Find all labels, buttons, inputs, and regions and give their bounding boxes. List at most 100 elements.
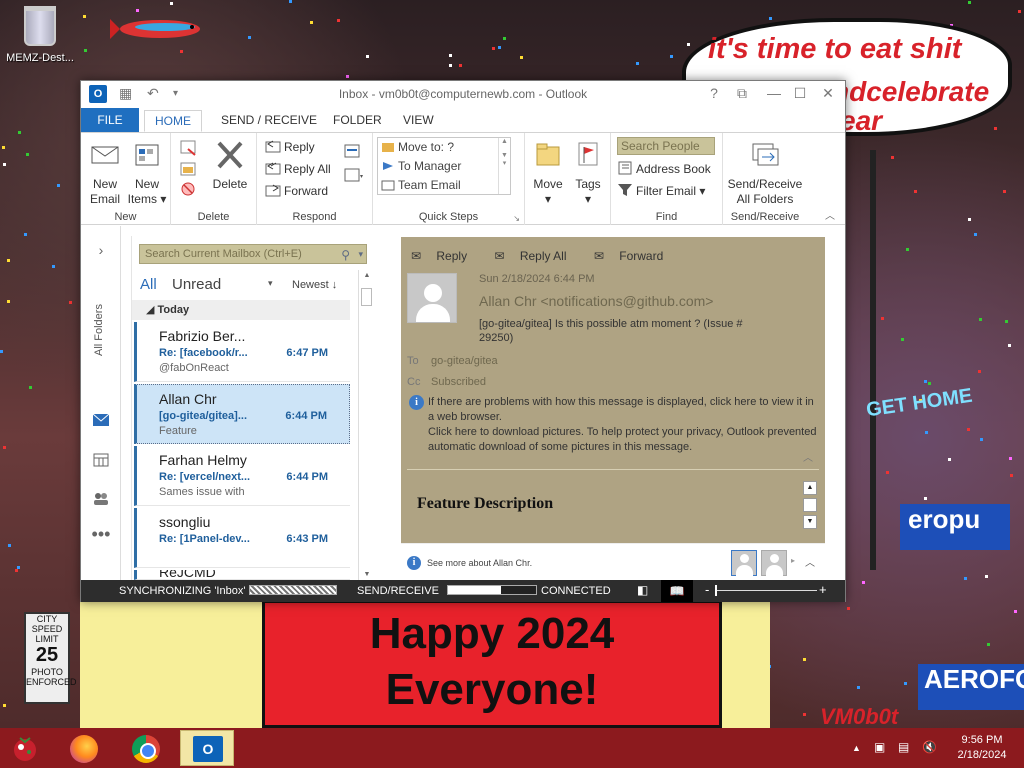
- infobar[interactable]: i If there are problems with how this me…: [409, 395, 819, 455]
- network-icon[interactable]: ▤: [898, 740, 909, 754]
- firefox-icon[interactable]: [70, 735, 98, 763]
- people-pane-avatar[interactable]: [761, 550, 787, 577]
- filter-email-button[interactable]: Filter Email ▾: [617, 181, 705, 201]
- address-book-button[interactable]: Address Book: [617, 159, 711, 179]
- help-button[interactable]: ?: [703, 85, 725, 101]
- reply-all-button[interactable]: Reply All: [265, 159, 331, 179]
- people-collapse-icon[interactable]: ︿: [805, 554, 815, 569]
- message-item[interactable]: Farhan Helmy Re: [vercel/next... 6:44 PM…: [134, 446, 350, 506]
- delete-button[interactable]: Delete: [207, 137, 253, 192]
- forward-button[interactable]: Forward: [265, 181, 328, 201]
- people-icon[interactable]: [91, 490, 111, 506]
- tab-send-receive[interactable]: SEND / RECEIVE: [211, 110, 327, 132]
- people-pane-avatar-selected[interactable]: [731, 550, 757, 577]
- reading-view-icon[interactable]: 📖: [661, 580, 693, 602]
- calendar-icon[interactable]: [91, 452, 111, 468]
- quick-steps-launcher-icon[interactable]: ↘: [513, 214, 520, 223]
- message-item-selected[interactable]: Allan Chr [go-gitea/gitea]... 6:44 PM Fe…: [134, 384, 350, 444]
- reading-reply-button[interactable]: ✉ Reply: [411, 249, 479, 263]
- normal-view-icon[interactable]: ◧: [637, 583, 648, 597]
- scroll-thumb[interactable]: [361, 288, 372, 306]
- quick-steps-scroll[interactable]: ▲ ▼ ▾: [498, 138, 510, 194]
- meeting-more-icons[interactable]: [343, 143, 363, 187]
- tab-folder[interactable]: FOLDER: [323, 110, 392, 132]
- body-scrollbar[interactable]: ▲ ▼: [803, 481, 817, 531]
- message-item[interactable]: Fabrizio Ber... Re: [facebook/r... 6:47 …: [134, 322, 350, 382]
- confetti-particle: [1018, 10, 1021, 13]
- confetti-particle: [7, 259, 10, 262]
- confetti-particle: [928, 382, 931, 385]
- message-item[interactable]: ReJCMD: [134, 570, 350, 580]
- mail-icon[interactable]: [91, 412, 111, 428]
- collapse-header-icon[interactable]: ︿: [803, 449, 813, 464]
- filter-unread[interactable]: Unread: [172, 276, 221, 293]
- sort-order[interactable]: Newest ↓: [292, 279, 337, 291]
- new-email-button[interactable]: New Email: [85, 137, 125, 207]
- scroll-down-icon[interactable]: ▼: [359, 571, 375, 578]
- search-scope-dropdown-icon[interactable]: ▾: [358, 245, 363, 263]
- quick-step-move-to[interactable]: Move to: ?: [378, 138, 510, 157]
- system-clock[interactable]: 9:56 PM 2/18/2024: [948, 733, 1016, 763]
- zoom-out-button[interactable]: -: [705, 582, 709, 597]
- people-next-icon[interactable]: ▸: [791, 556, 795, 565]
- move-button[interactable]: Move ▾: [529, 137, 567, 207]
- zoom-slider-thumb[interactable]: [715, 585, 717, 596]
- sender-avatar[interactable]: [407, 273, 457, 323]
- body-scroll-up-icon[interactable]: ▲: [803, 481, 817, 495]
- sort-arrow-icon: ↓: [331, 279, 338, 291]
- speech-bubble-text: it's time to eat shit: [708, 33, 962, 65]
- tags-button[interactable]: Tags ▾: [569, 137, 607, 207]
- new-items-button[interactable]: New Items ▾: [127, 137, 167, 207]
- reply-button[interactable]: Reply: [265, 137, 315, 157]
- collapse-ribbon-icon[interactable]: ︿: [825, 207, 835, 222]
- message-item[interactable]: ssongliu Re: [1Panel-dev... 6:43 PM: [134, 508, 350, 568]
- speech-bubble-text-2: ndcelebrate: [832, 76, 990, 107]
- see-more-link[interactable]: See more about Allan Chr.: [427, 558, 532, 568]
- volume-muted-icon[interactable]: 🔇: [922, 740, 937, 754]
- ignore-cleanup-junk-icons[interactable]: [179, 139, 197, 199]
- folder-icon: [382, 143, 394, 152]
- send-receive-status[interactable]: SEND/RECEIVE: [357, 585, 537, 597]
- to-label: To: [407, 355, 419, 367]
- quick-step-team-email[interactable]: Team Email: [378, 176, 510, 195]
- people-pane: i See more about Allan Chr. ▸ ︿: [401, 543, 825, 579]
- more-options-icon[interactable]: •••: [91, 524, 111, 545]
- ribbon-display-options-button[interactable]: ⧉: [731, 85, 753, 102]
- filter-all[interactable]: All: [140, 276, 157, 293]
- close-button[interactable]: ✕: [817, 85, 839, 102]
- body-scroll-thumb[interactable]: [803, 498, 817, 512]
- cc-recipient[interactable]: Subscribed: [431, 376, 486, 388]
- message-from[interactable]: Allan Chr <notifications@github.com>: [479, 293, 713, 309]
- outlook-tray-icon[interactable]: ▣: [874, 740, 885, 754]
- group-label-new: New: [114, 211, 137, 223]
- zoom-slider-track[interactable]: [717, 590, 817, 591]
- reading-forward-button[interactable]: ✉ Forward: [594, 249, 675, 263]
- expand-folder-pane-icon[interactable]: ›: [91, 242, 111, 258]
- ribbon-group-find: Search People Address Book Filter Email …: [611, 133, 723, 225]
- send-receive-all-folders-button[interactable]: Send/Receive All Folders: [725, 137, 805, 207]
- start-button-icon[interactable]: [8, 734, 42, 764]
- to-recipient[interactable]: go-gitea/gitea: [431, 355, 498, 367]
- recycle-bin-desktop-icon[interactable]: MEMZ-Dest...: [4, 6, 76, 64]
- show-hidden-icons-icon[interactable]: ▲: [852, 743, 861, 753]
- filter-dropdown-icon[interactable]: ▾: [268, 278, 273, 289]
- search-icon[interactable]: ⚲: [341, 246, 350, 264]
- quick-step-to-manager[interactable]: To Manager: [378, 157, 510, 176]
- title-bar[interactable]: O ▦ ↶ ▾ Inbox - vm0b0t@computernewb.com …: [81, 81, 845, 108]
- all-folders-label[interactable]: All Folders: [93, 266, 109, 356]
- tab-view[interactable]: VIEW: [393, 110, 444, 132]
- confetti-particle: [57, 184, 60, 187]
- reading-reply-all-button[interactable]: ✉ Reply All: [494, 249, 578, 263]
- tab-home[interactable]: HOME: [144, 110, 202, 132]
- minimize-button[interactable]: —: [763, 85, 785, 101]
- chrome-icon[interactable]: [132, 735, 160, 763]
- search-mailbox-input[interactable]: Search Current Mailbox (Ctrl+E) ⚲ ▾: [139, 244, 367, 264]
- zoom-in-button[interactable]: +: [819, 582, 827, 597]
- message-list-scrollbar[interactable]: ▲ ▼: [358, 270, 374, 580]
- scroll-up-icon[interactable]: ▲: [359, 272, 375, 279]
- search-people-input[interactable]: Search People: [617, 137, 715, 155]
- group-header-today[interactable]: ◢ Today: [132, 300, 350, 320]
- tab-file[interactable]: FILE: [81, 108, 139, 132]
- body-scroll-down-icon[interactable]: ▼: [803, 515, 817, 529]
- maximize-button[interactable]: ☐: [789, 85, 811, 102]
